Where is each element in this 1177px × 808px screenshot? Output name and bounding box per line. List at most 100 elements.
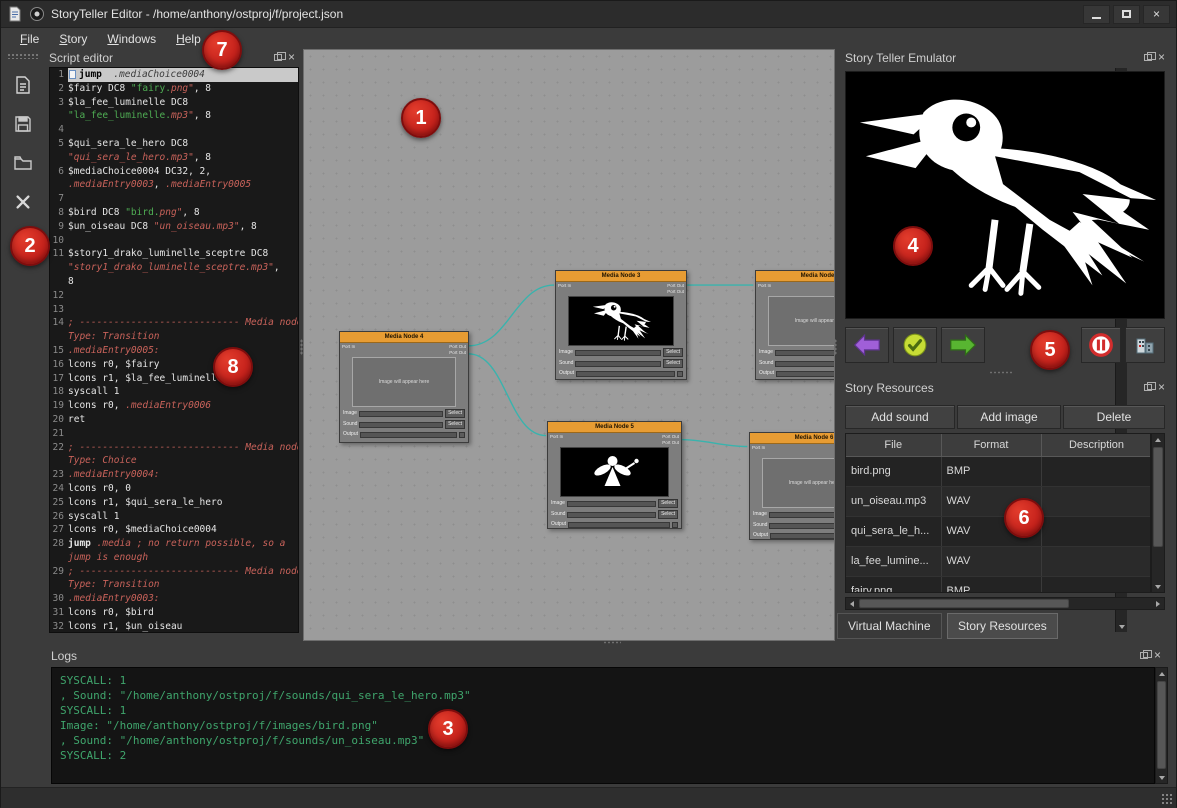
editor-line[interactable]: 13 xyxy=(50,303,298,317)
script-editor-body[interactable]: 1jump .mediaChoice00042$fairy DC8 "fairy… xyxy=(49,67,299,633)
editor-line[interactable]: 30.mediaEntry0003: xyxy=(50,592,298,606)
editor-line[interactable]: 31lcons r0, $bird xyxy=(50,606,298,620)
editor-line[interactable]: 26syscall 1 xyxy=(50,510,298,524)
delete-resource-button[interactable]: Delete xyxy=(1063,405,1165,429)
editor-line[interactable]: 16lcons r0, $fairy xyxy=(50,358,298,372)
splitter-handle[interactable] xyxy=(989,371,1013,374)
scroll-left-icon[interactable] xyxy=(846,598,858,609)
emulator-pause-button[interactable] xyxy=(1081,327,1121,363)
scrollbar-thumb[interactable] xyxy=(1157,681,1166,769)
editor-line[interactable]: 29; ---------------------------- Media n… xyxy=(50,565,298,579)
scroll-right-icon[interactable] xyxy=(1152,598,1164,609)
resources-horizontal-scrollbar[interactable] xyxy=(845,597,1165,610)
resource-row[interactable]: qui_sera_le_h...WAV xyxy=(846,516,1151,546)
node-select-button[interactable]: Select xyxy=(445,420,465,429)
node-select-button[interactable]: Select xyxy=(658,499,678,508)
emulator-home-button[interactable] xyxy=(1125,327,1165,363)
media-node[interactable]: Media Node 6Port InPort OutPort OutImage… xyxy=(749,432,835,540)
editor-line[interactable]: 32lcons r1, $un_oiseau xyxy=(50,620,298,633)
scrollbar-thumb[interactable] xyxy=(859,599,1069,608)
column-header[interactable]: Description xyxy=(1041,434,1151,456)
float-panel-icon[interactable] xyxy=(1144,54,1152,61)
emulator-header[interactable]: Story Teller Emulator × xyxy=(845,49,1173,67)
editor-line[interactable]: 8$bird DC8 "bird.png", 8 xyxy=(50,206,298,220)
editor-line[interactable]: jump is enough xyxy=(50,551,298,565)
editor-line[interactable]: 14; ---------------------------- Media n… xyxy=(50,316,298,330)
editor-line[interactable]: 10 xyxy=(50,234,298,248)
menu-file[interactable]: File xyxy=(11,30,48,48)
float-panel-icon[interactable] xyxy=(1140,652,1148,659)
editor-line[interactable]: 12 xyxy=(50,289,298,303)
emulator-accept-button[interactable] xyxy=(893,327,937,363)
scroll-down-icon[interactable] xyxy=(1152,581,1164,592)
node-select-button[interactable]: Select xyxy=(445,409,465,418)
editor-line[interactable]: 24lcons r0, 0 xyxy=(50,482,298,496)
media-node[interactable]: Media Node 3Port InPort OutPort OutImage… xyxy=(555,270,687,380)
editor-line[interactable]: Type: Transition xyxy=(50,578,298,592)
close-panel-icon[interactable]: × xyxy=(1154,650,1161,660)
editor-line[interactable]: 4 xyxy=(50,123,298,137)
media-node[interactable]: Media Node 2Port InPort OutPort OutImage… xyxy=(755,270,835,380)
resource-row[interactable]: un_oiseau.mp3WAV xyxy=(846,486,1151,516)
scroll-up-icon[interactable] xyxy=(1156,668,1167,679)
resources-header[interactable]: Story Resources × xyxy=(845,379,1173,397)
minimize-button[interactable] xyxy=(1083,5,1110,24)
column-header[interactable]: File xyxy=(846,434,941,456)
editor-line[interactable]: "qui_sera_le_hero.mp3", 8 xyxy=(50,151,298,165)
close-panel-icon[interactable]: × xyxy=(1158,382,1165,392)
scroll-down-icon[interactable] xyxy=(1156,772,1167,783)
editor-line[interactable]: 17lcons r1, $la_fee_luminelle xyxy=(50,372,298,386)
save-icon[interactable] xyxy=(10,111,36,137)
resize-grip[interactable] xyxy=(1161,793,1173,805)
editor-line[interactable]: 21 xyxy=(50,427,298,441)
close-panel-icon[interactable]: × xyxy=(1158,52,1165,62)
maximize-button[interactable] xyxy=(1113,5,1140,24)
editor-line[interactable]: Type: Transition xyxy=(50,330,298,344)
scrollbar-thumb[interactable] xyxy=(1153,447,1163,547)
node-canvas[interactable]: Media Node 4Port InPort OutPort OutImage… xyxy=(303,49,835,641)
new-script-button[interactable] xyxy=(10,72,36,98)
editor-line[interactable]: 11$story1_drako_luminelle_sceptre DC8 xyxy=(50,247,298,261)
editor-line[interactable]: 15.mediaEntry0005: xyxy=(50,344,298,358)
resources-vertical-scrollbar[interactable] xyxy=(1151,433,1165,593)
resource-row[interactable]: bird.pngBMP xyxy=(846,456,1151,486)
tab-story-resources[interactable]: Story Resources xyxy=(947,613,1058,639)
delete-script-icon[interactable] xyxy=(10,189,36,215)
editor-line[interactable]: "story1_drako_luminelle_sceptre.mp3", xyxy=(50,261,298,275)
editor-line[interactable]: 2$fairy DC8 "fairy.png", 8 xyxy=(50,82,298,96)
editor-line[interactable]: Type: Choice xyxy=(50,454,298,468)
editor-line[interactable]: 28jump .media ; no return possible, so a xyxy=(50,537,298,551)
resource-row[interactable]: la_fee_lumine...WAV xyxy=(846,546,1151,576)
editor-line[interactable]: 6$mediaChoice0004 DC32, 2, xyxy=(50,165,298,179)
node-select-button[interactable]: Select xyxy=(663,359,683,368)
editor-line[interactable]: 5$qui_sera_le_hero DC8 xyxy=(50,137,298,151)
editor-line[interactable]: "la_fee_luminelle.mp3", 8 xyxy=(50,109,298,123)
editor-line[interactable]: 20ret xyxy=(50,413,298,427)
editor-line[interactable]: .mediaEntry0003, .mediaEntry0005 xyxy=(50,178,298,192)
editor-line[interactable]: 22; ---------------------------- Media n… xyxy=(50,441,298,455)
editor-line[interactable]: 9$un_oiseau DC8 "un_oiseau.mp3", 8 xyxy=(50,220,298,234)
editor-line[interactable]: 1jump .mediaChoice0004 xyxy=(50,68,298,82)
editor-line[interactable]: 27lcons r0, $mediaChoice0004 xyxy=(50,523,298,537)
titlebar[interactable]: StoryTeller Editor - /home/anthony/ostpr… xyxy=(1,1,1176,28)
splitter-handle[interactable] xyxy=(603,641,621,644)
editor-line[interactable]: 18syscall 1 xyxy=(50,385,298,399)
float-panel-icon[interactable] xyxy=(274,54,282,61)
add-sound-button[interactable]: Add sound xyxy=(845,405,955,429)
node-select-button[interactable]: Select xyxy=(658,510,678,519)
menu-windows[interactable]: Windows xyxy=(98,30,165,48)
logs-content[interactable]: SYSCALL: 1, Sound: "/home/anthony/ostpro… xyxy=(51,667,1155,784)
media-node[interactable]: Media Node 4Port InPort OutPort OutImage… xyxy=(339,331,469,443)
resource-row[interactable]: fairy.pngBMP xyxy=(846,576,1151,593)
close-panel-icon[interactable]: × xyxy=(288,52,295,62)
emulator-forward-button[interactable] xyxy=(941,327,985,363)
float-panel-icon[interactable] xyxy=(1144,384,1152,391)
node-select-button[interactable]: Select xyxy=(663,348,683,357)
close-button[interactable]: × xyxy=(1143,5,1170,24)
open-folder-icon[interactable] xyxy=(10,150,36,176)
add-image-button[interactable]: Add image xyxy=(957,405,1061,429)
script-editor-header[interactable]: Script editor × xyxy=(49,49,299,67)
logs-header[interactable]: Logs × xyxy=(51,647,1167,665)
toolbar-handle[interactable] xyxy=(7,53,39,59)
scroll-up-icon[interactable] xyxy=(1152,434,1164,445)
